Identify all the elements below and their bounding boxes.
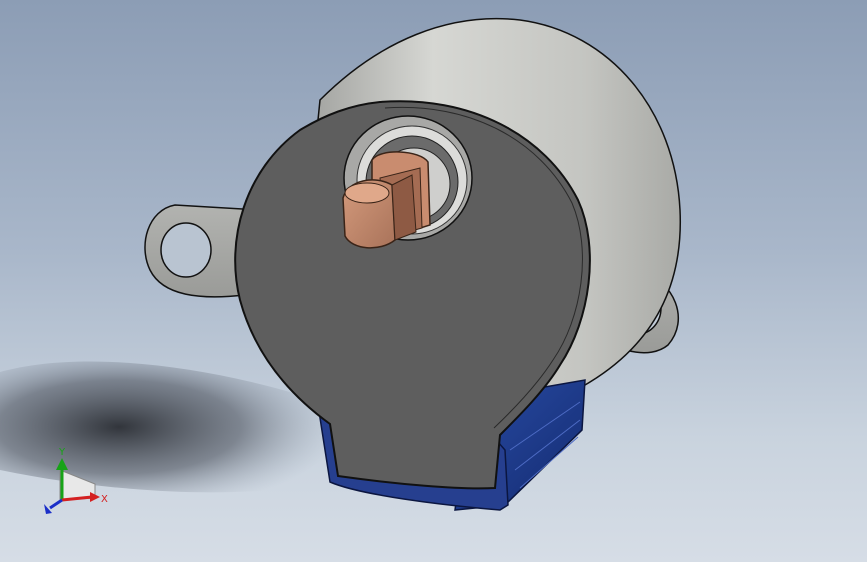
y-axis-label: Y: [58, 447, 66, 458]
x-axis-label: X: [101, 494, 108, 505]
model-scene[interactable]: Y X: [0, 0, 867, 562]
z-axis-line: [49, 498, 63, 510]
left-mounting-hole[interactable]: [160, 222, 212, 278]
cad-viewport[interactable]: Y X: [0, 0, 867, 562]
